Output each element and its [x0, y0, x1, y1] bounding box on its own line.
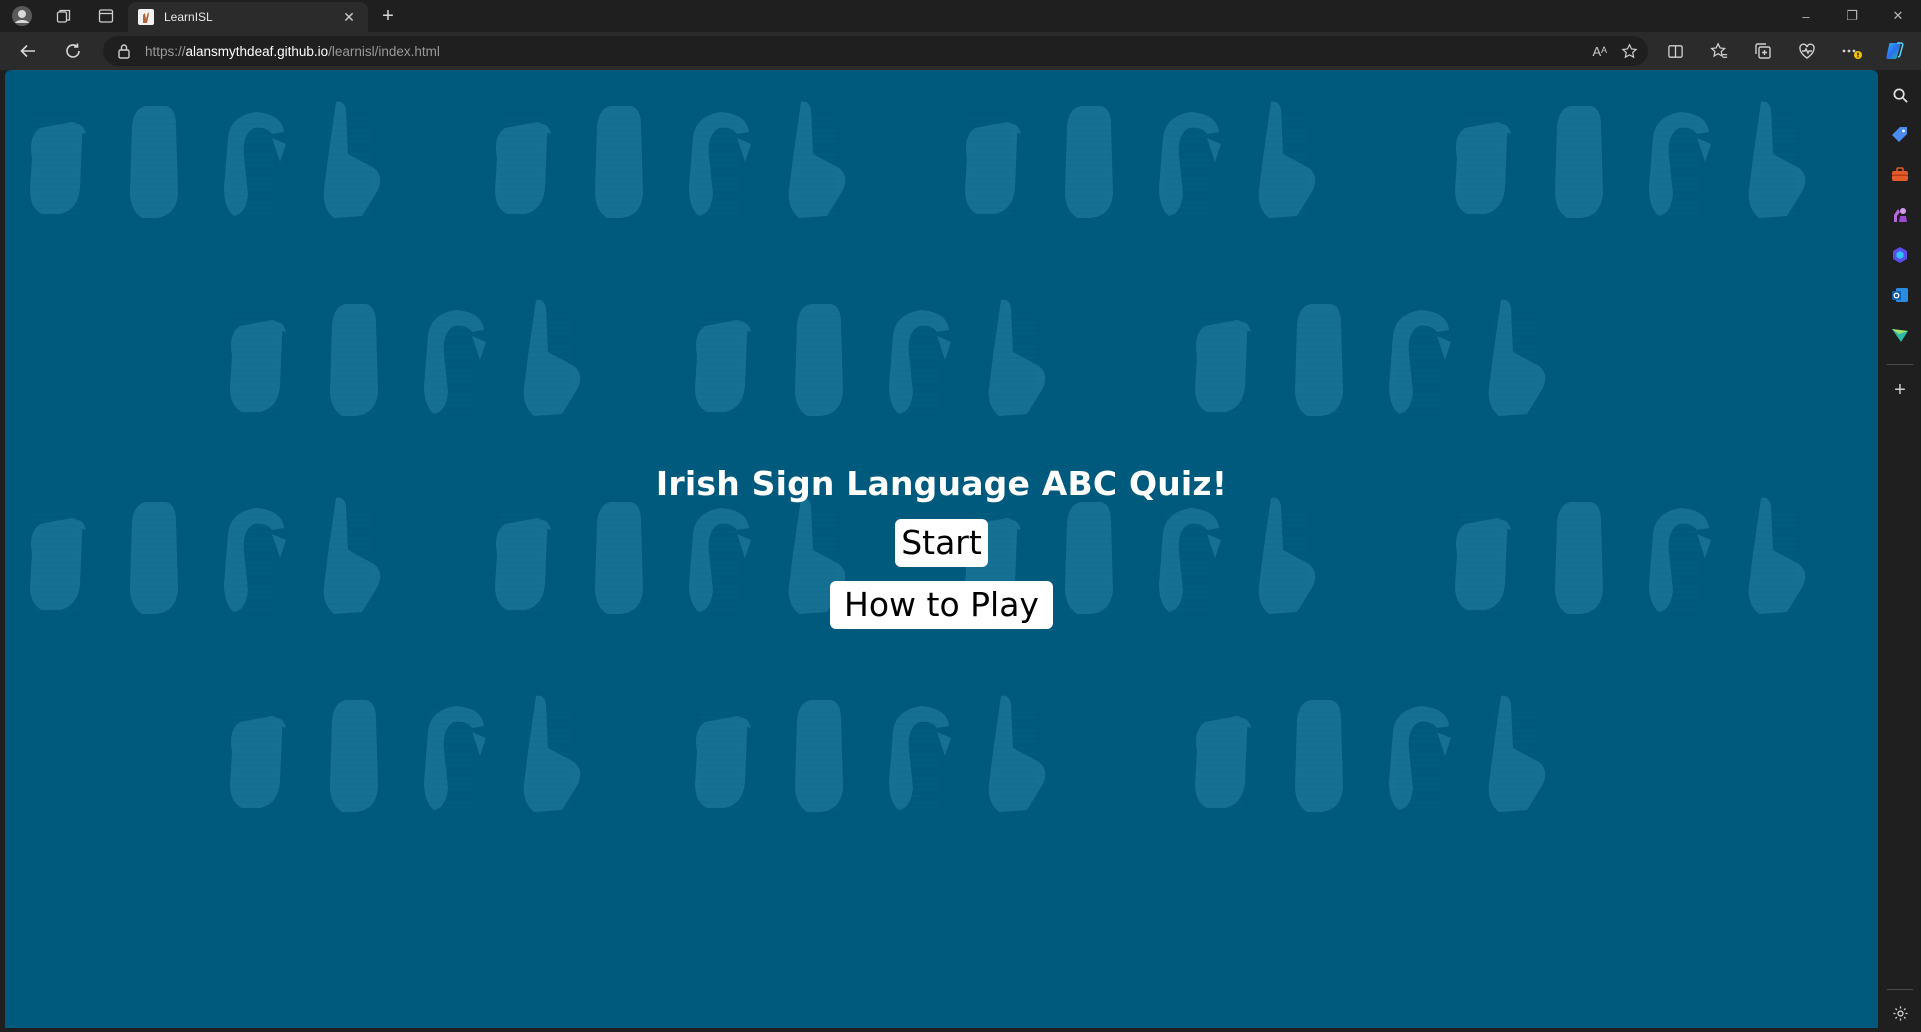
- games-icon[interactable]: [1885, 200, 1915, 230]
- toolbar-actions: [1660, 36, 1910, 66]
- address-bar[interactable]: https://alansmythdeaf.github.io/learnisl…: [103, 36, 1648, 66]
- how-to-play-button[interactable]: How to Play: [830, 581, 1053, 629]
- page-title: Irish Sign Language ABC Quiz!: [655, 464, 1228, 503]
- close-window-button[interactable]: ✕: [1875, 0, 1921, 32]
- add-sidebar-app-icon[interactable]: +: [1885, 375, 1915, 405]
- back-button[interactable]: [13, 37, 43, 65]
- sidebar-divider: [1887, 364, 1913, 365]
- split-screen-icon[interactable]: [1660, 36, 1690, 66]
- tab-title: LearnISL: [164, 10, 213, 24]
- workspaces-icon[interactable]: [44, 0, 84, 32]
- tab-learnisl[interactable]: LearnISL ✕: [128, 2, 368, 32]
- favorite-star-icon[interactable]: [1621, 42, 1638, 60]
- sidebar-bottom: [1879, 989, 1921, 1032]
- url-text[interactable]: https://alansmythdeaf.github.io/learnisl…: [145, 44, 440, 59]
- main-content: Irish Sign Language ABC Quiz! Start How …: [5, 70, 1878, 1028]
- browser-essentials-icon[interactable]: [1792, 36, 1822, 66]
- more-menu-icon[interactable]: [1836, 36, 1866, 66]
- url-scheme: https://: [145, 43, 186, 59]
- restore-button[interactable]: ❐: [1829, 0, 1875, 32]
- window-controls: – ❐ ✕: [1783, 0, 1921, 32]
- copilot-sidebar-icon[interactable]: [1885, 240, 1915, 270]
- profile-avatar-icon[interactable]: [2, 0, 42, 32]
- outlook-icon[interactable]: [1885, 280, 1915, 310]
- back-arrow-icon: [20, 44, 35, 58]
- tools-icon[interactable]: [1885, 160, 1915, 190]
- search-icon[interactable]: [1885, 80, 1915, 110]
- favorites-icon[interactable]: [1704, 36, 1734, 66]
- start-button[interactable]: Start: [895, 519, 988, 567]
- tab-close-icon[interactable]: ✕: [340, 8, 358, 26]
- send-icon[interactable]: [1885, 320, 1915, 350]
- sidebar-settings-gear-icon[interactable]: [1885, 998, 1915, 1028]
- lock-icon[interactable]: [117, 43, 131, 59]
- tab-strip: LearnISL ✕ + – ❐ ✕: [0, 0, 1921, 32]
- new-tab-button[interactable]: +: [374, 2, 402, 30]
- refresh-button[interactable]: [58, 37, 88, 65]
- site-favicon-icon: [138, 9, 154, 25]
- sidebar-divider-bottom: [1887, 989, 1913, 990]
- browser-toolbar: https://alansmythdeaf.github.io/learnisl…: [0, 32, 1921, 70]
- page-viewport: Irish Sign Language ABC Quiz! Start How …: [5, 70, 1878, 1028]
- shopping-tag-icon[interactable]: [1885, 120, 1915, 150]
- minimize-button[interactable]: –: [1783, 0, 1829, 32]
- edge-sidebar: +: [1879, 70, 1921, 1032]
- copilot-icon[interactable]: [1880, 36, 1910, 66]
- url-path: /learnisl/index.html: [328, 43, 440, 59]
- read-aloud-icon[interactable]: Aᴬ: [1592, 44, 1607, 59]
- collections-icon[interactable]: [1748, 36, 1778, 66]
- url-host: alansmythdeaf.github.io: [185, 43, 329, 59]
- refresh-icon: [66, 43, 80, 58]
- vertical-tabs-icon[interactable]: [86, 0, 126, 32]
